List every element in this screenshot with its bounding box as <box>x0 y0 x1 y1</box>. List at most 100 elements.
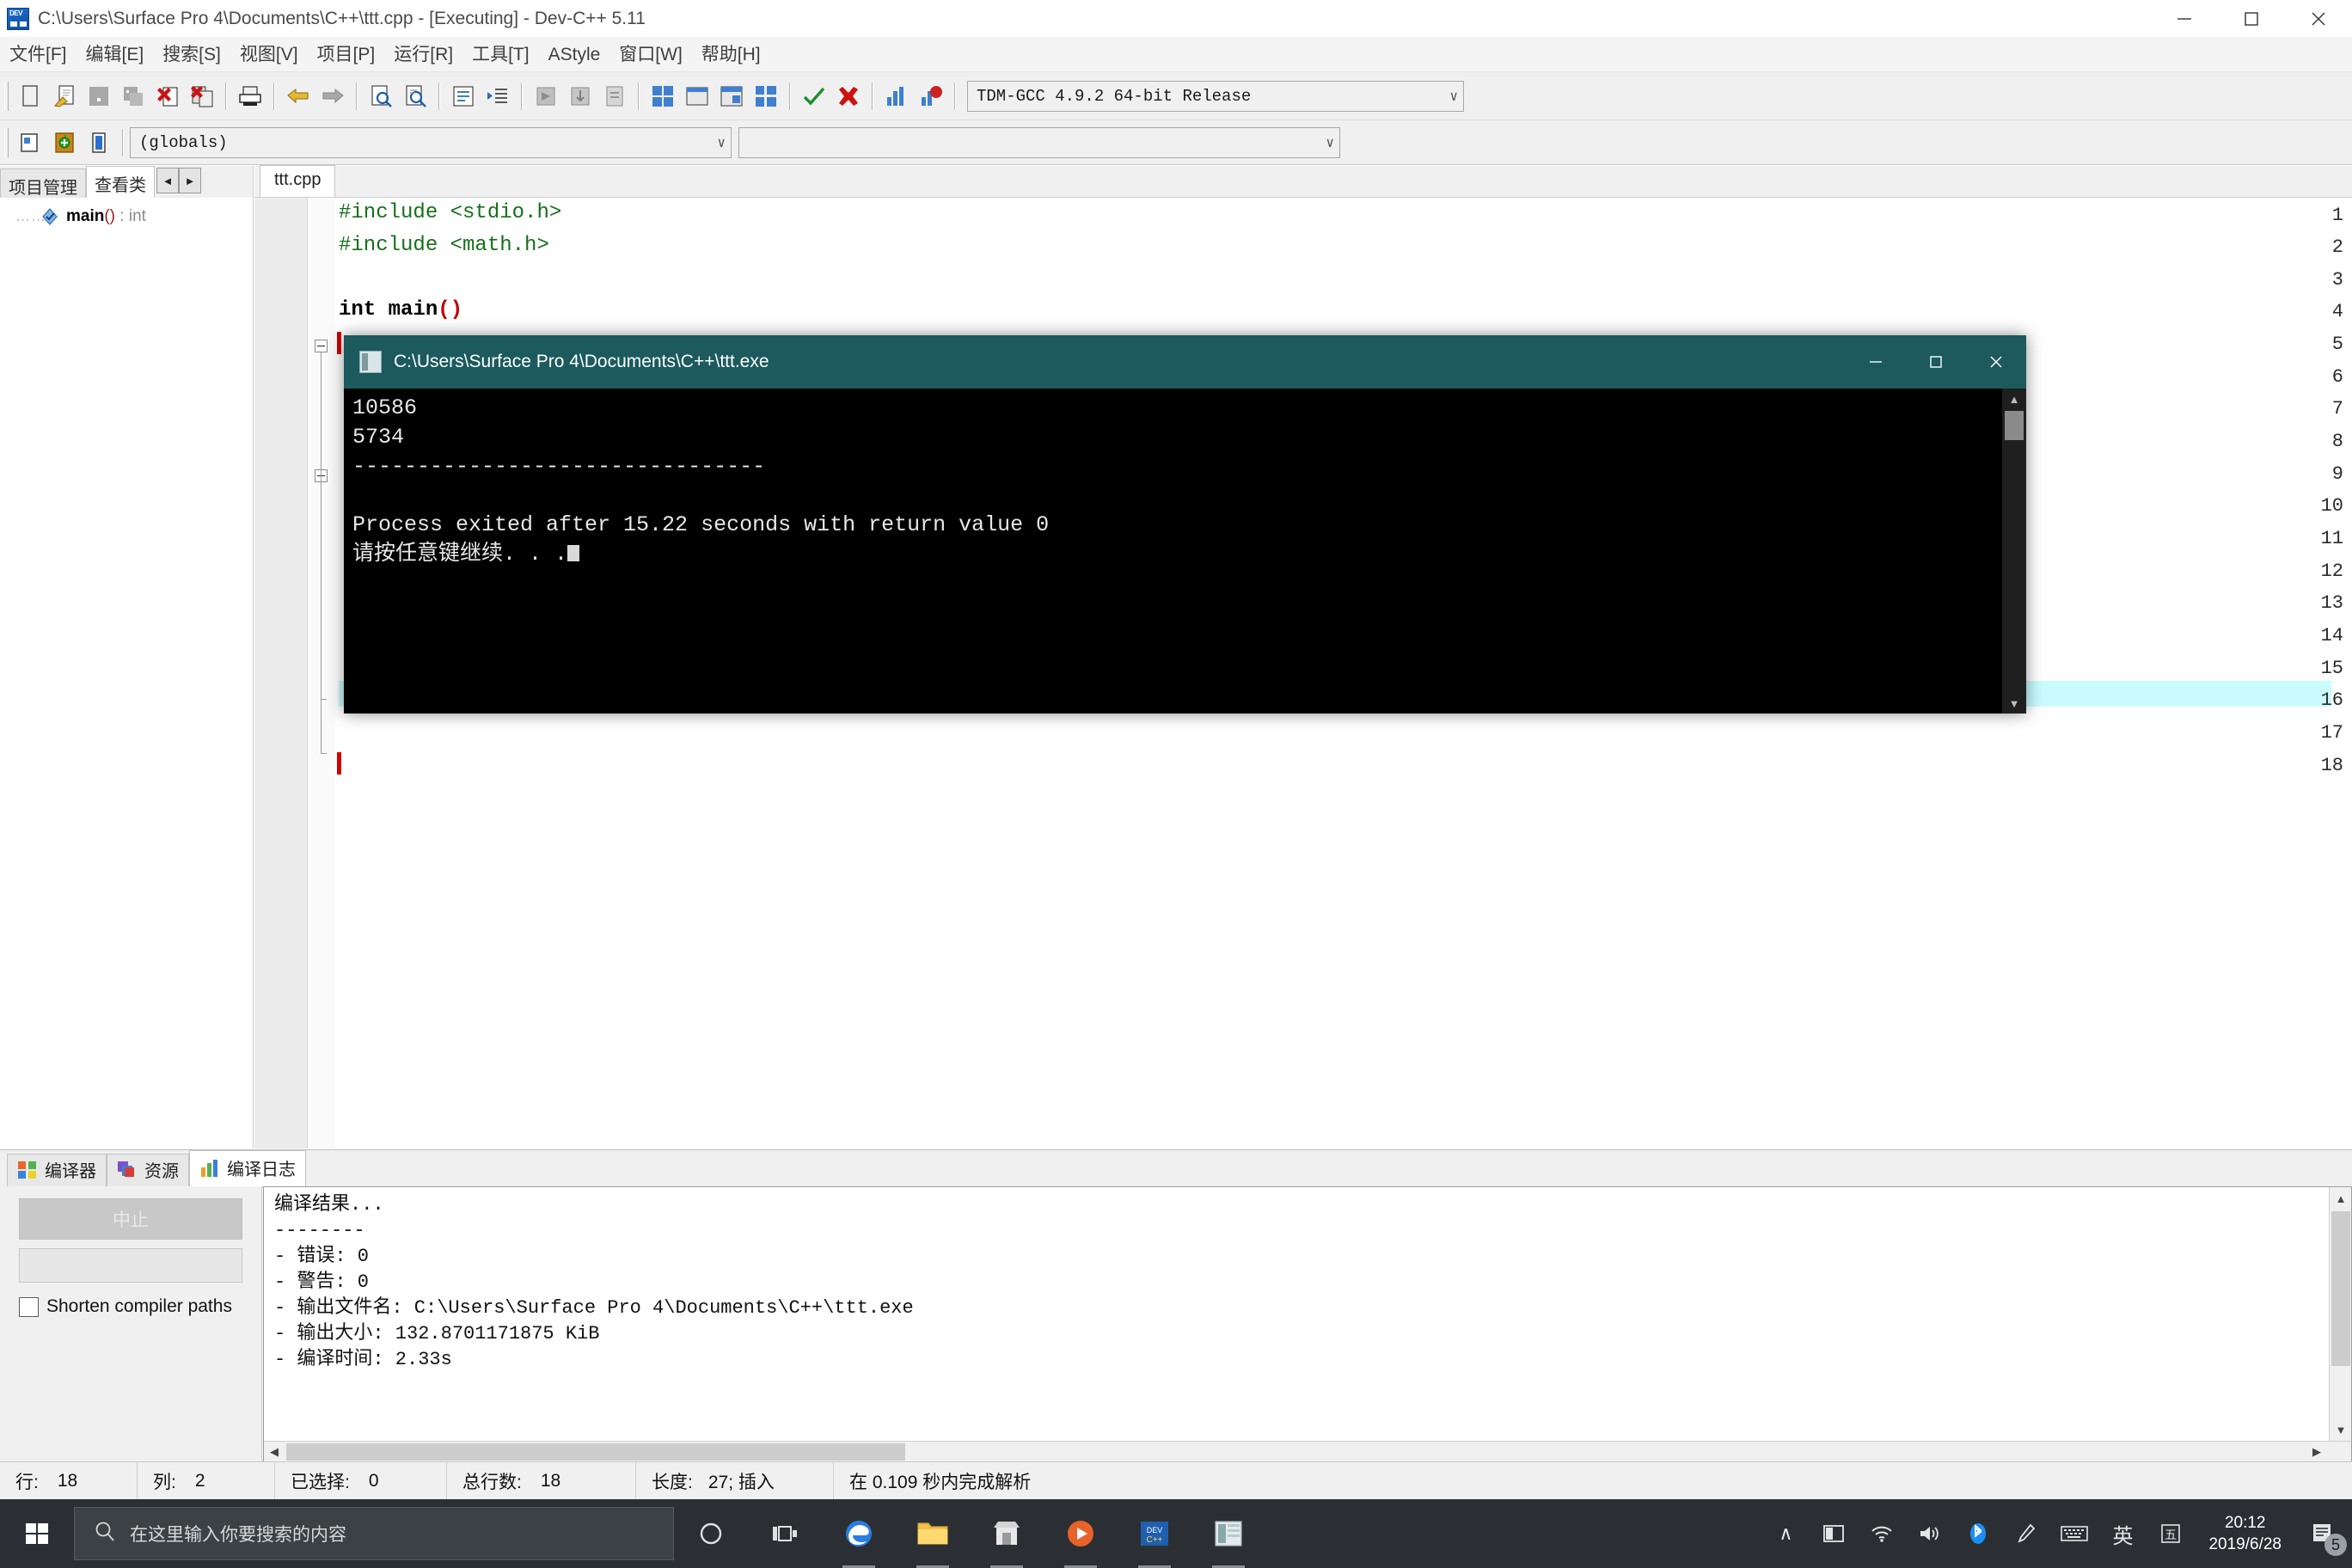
abort-button[interactable]: 中止 <box>19 1198 242 1240</box>
compile-icon[interactable] <box>650 83 676 109</box>
step-into-icon[interactable] <box>567 83 593 109</box>
toolbar-separator-7 <box>789 82 791 110</box>
shorten-paths-checkbox[interactable] <box>19 1296 39 1317</box>
tab-next-button[interactable]: ► <box>179 168 201 193</box>
save-all-icon[interactable] <box>120 83 146 109</box>
console-icon[interactable] <box>1191 1499 1265 1568</box>
stop-execution-icon[interactable] <box>836 83 861 109</box>
edge-icon[interactable] <box>822 1499 896 1568</box>
print-icon[interactable] <box>237 83 263 109</box>
toolbar2-grip[interactable] <box>4 127 9 157</box>
start-button[interactable] <box>0 1499 74 1568</box>
step-over-icon[interactable] <box>602 83 628 109</box>
close-button[interactable] <box>2285 0 2352 38</box>
cortana-icon[interactable] <box>674 1499 748 1568</box>
wifi-icon[interactable] <box>1858 1499 1906 1568</box>
minimize-button[interactable] <box>2151 0 2218 38</box>
tab-prev-button[interactable]: ◄ <box>156 168 179 193</box>
notification-center-button[interactable]: 5 <box>2295 1499 2352 1568</box>
console-scroll-up[interactable]: ▲ <box>2002 389 2026 409</box>
redo-icon[interactable] <box>320 83 346 109</box>
console-scroll-thumb[interactable] <box>2005 411 2024 440</box>
taskbar-clock[interactable]: 20:12 2019/6/28 <box>2195 1512 2295 1555</box>
console-title-bar[interactable]: C:\Users\Surface Pro 4\Documents\C++\ttt… <box>344 335 2026 389</box>
menu-help[interactable]: 帮助[H] <box>692 38 770 72</box>
console-maximize-button[interactable] <box>1906 335 1966 389</box>
touch-keyboard-icon[interactable] <box>2050 1499 2098 1568</box>
member-select[interactable]: ∨ <box>738 126 1340 158</box>
hscroll-thumb[interactable] <box>286 1443 905 1461</box>
scope-select[interactable]: (globals) ∨ <box>130 126 732 158</box>
tab-build-log[interactable]: 编译日志 <box>189 1150 306 1186</box>
debug-icon[interactable] <box>918 83 944 109</box>
console-minimize-button[interactable] <box>1846 335 1906 389</box>
console-scroll-down[interactable]: ▼ <box>2002 693 2026 714</box>
fold-box-line5[interactable] <box>315 340 328 352</box>
shorten-paths-row[interactable]: Shorten compiler paths <box>19 1296 242 1317</box>
console-output-area[interactable]: 10586 5734 -----------------------------… <box>344 389 2026 714</box>
menu-search[interactable]: 搜索[S] <box>153 38 230 72</box>
tab-resource[interactable]: 资源 <box>107 1154 189 1186</box>
goto-line-icon[interactable] <box>450 83 476 109</box>
tab-class-browser[interactable]: 查看类 <box>86 166 155 198</box>
editor-tab-ttt-cpp[interactable]: ttt.cpp <box>260 165 336 197</box>
new-member-icon[interactable] <box>86 130 112 156</box>
microsoft-store-icon[interactable] <box>970 1499 1044 1568</box>
menu-view[interactable]: 视图[V] <box>230 38 308 72</box>
tab-build-log-label: 编译日志 <box>227 1161 296 1179</box>
build-log-vscrollbar[interactable]: ▲ ▼ <box>2329 1187 2351 1461</box>
log-line: - 错误: 0 <box>274 1246 370 1267</box>
close-file-icon[interactable] <box>155 83 181 109</box>
pen-icon[interactable] <box>2002 1499 2050 1568</box>
bluetooth-icon[interactable] <box>1954 1499 2002 1568</box>
new-file-icon[interactable] <box>17 83 43 109</box>
build-log-output[interactable]: 编译结果... -------- - 错误: 0 - 警告: 0 - 输出文件名… <box>263 1186 2352 1462</box>
console-scrollbar[interactable]: ▲ ▼ <box>2002 389 2026 714</box>
menu-astyle[interactable]: AStyle <box>539 38 610 72</box>
ime-mode-indicator[interactable]: 五 <box>2147 1499 2195 1568</box>
console-close-button[interactable] <box>1966 335 2026 389</box>
scroll-right-arrow[interactable]: ▶ <box>2306 1442 2327 1461</box>
build-log-hscrollbar[interactable]: ◀ ▶ <box>264 1441 2351 1461</box>
scroll-left-arrow[interactable]: ◀ <box>264 1442 285 1461</box>
media-player-icon[interactable] <box>1044 1499 1118 1568</box>
menu-file[interactable]: 文件[F] <box>0 38 77 72</box>
close-all-icon[interactable] <box>189 83 215 109</box>
ime-language-indicator[interactable]: 英 <box>2098 1499 2147 1568</box>
replace-icon[interactable] <box>402 83 428 109</box>
volume-icon[interactable] <box>1906 1499 1954 1568</box>
file-explorer-icon[interactable] <box>896 1499 970 1568</box>
run-icon[interactable] <box>684 83 710 109</box>
tray-chevron-up-icon[interactable]: ∧ <box>1761 1499 1810 1568</box>
add-project-icon[interactable] <box>17 130 43 156</box>
compiler-select[interactable]: TDM-GCC 4.9.2 64-bit Release ∨ <box>967 80 1464 112</box>
tree-item-main[interactable]: …… main() : int <box>0 205 253 229</box>
devcpp-icon[interactable]: DEV C++ <box>1118 1499 1191 1568</box>
profile-icon[interactable] <box>884 83 910 109</box>
toolbar-grip[interactable] <box>4 81 9 111</box>
syntax-check-icon[interactable] <box>801 83 827 109</box>
compile-step-icon[interactable] <box>533 83 559 109</box>
compile-run-icon[interactable] <box>719 83 744 109</box>
new-class-icon[interactable] <box>52 130 77 156</box>
vscroll-thumb[interactable] <box>2331 1211 2350 1366</box>
maximize-button[interactable] <box>2218 0 2285 38</box>
rebuild-icon[interactable] <box>753 83 779 109</box>
undo-icon[interactable] <box>285 83 311 109</box>
scroll-up-arrow[interactable]: ▲ <box>2330 1187 2351 1210</box>
tab-project-manager[interactable]: 项目管理 <box>0 168 86 198</box>
menu-edit[interactable]: 编辑[E] <box>77 38 154 72</box>
task-view-icon[interactable] <box>748 1499 822 1568</box>
open-file-icon[interactable] <box>52 83 77 109</box>
scroll-down-arrow[interactable]: ▼ <box>2330 1418 2351 1441</box>
find-icon[interactable] <box>368 83 394 109</box>
search-input[interactable]: 在这里输入你要搜索的内容 <box>74 1507 674 1560</box>
menu-window[interactable]: 窗口[W] <box>609 38 692 72</box>
indent-icon[interactable] <box>485 83 511 109</box>
save-file-icon[interactable] <box>86 83 112 109</box>
menu-project[interactable]: 项目[P] <box>308 38 385 72</box>
menu-tools[interactable]: 工具[T] <box>462 38 539 72</box>
tab-compiler[interactable]: 编译器 <box>7 1154 107 1186</box>
menu-run[interactable]: 运行[R] <box>384 38 462 72</box>
tablet-mode-icon[interactable] <box>1810 1499 1858 1568</box>
